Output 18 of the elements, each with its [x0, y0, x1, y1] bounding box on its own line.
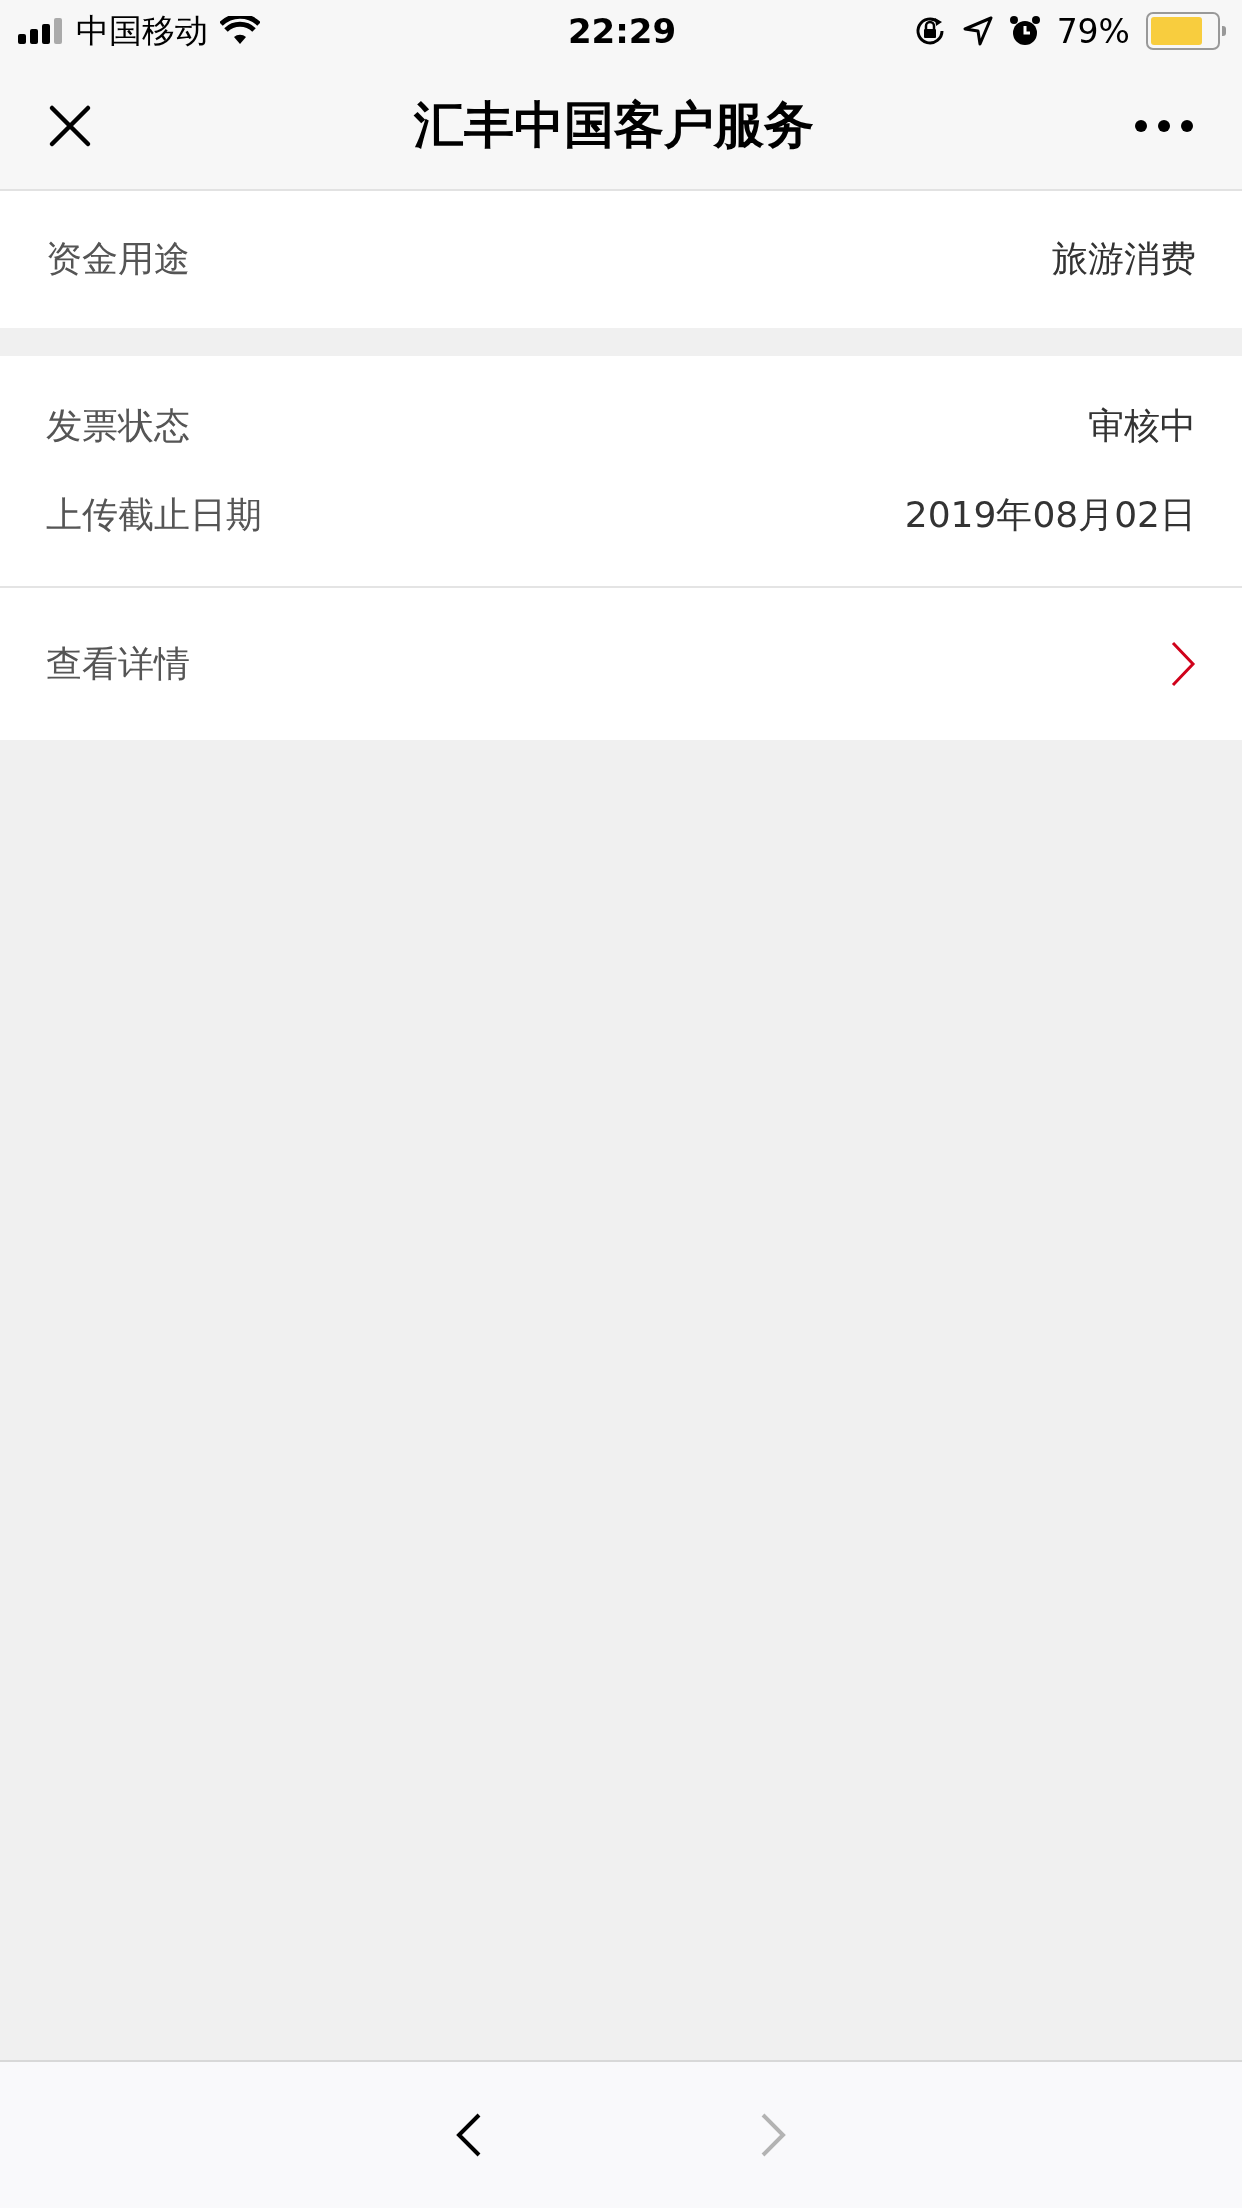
location-arrow-icon — [962, 16, 993, 46]
wifi-icon — [220, 16, 260, 46]
field-label: 发票状态 — [46, 404, 190, 448]
field-label: 上传截止日期 — [46, 493, 262, 537]
battery-percentage: 79% — [1056, 11, 1130, 51]
view-details-link[interactable]: 查看详情 — [0, 639, 1242, 689]
clock-time: 22:29 — [567, 11, 677, 51]
more-icon — [1134, 118, 1194, 133]
page-title: 汇丰中国客户服务 — [414, 95, 814, 156]
field-value: 旅游消费 — [1052, 237, 1196, 281]
field-label: 资金用途 — [46, 237, 190, 281]
signal-icon — [18, 18, 64, 44]
alarm-clock-icon — [1008, 15, 1041, 47]
field-value: 审核中 — [1088, 404, 1196, 448]
field-value: 2019年08月02日 — [904, 493, 1196, 537]
chevron-right-icon — [1170, 641, 1196, 687]
carrier-name: 中国移动 — [76, 9, 208, 52]
battery-icon — [1146, 12, 1226, 50]
